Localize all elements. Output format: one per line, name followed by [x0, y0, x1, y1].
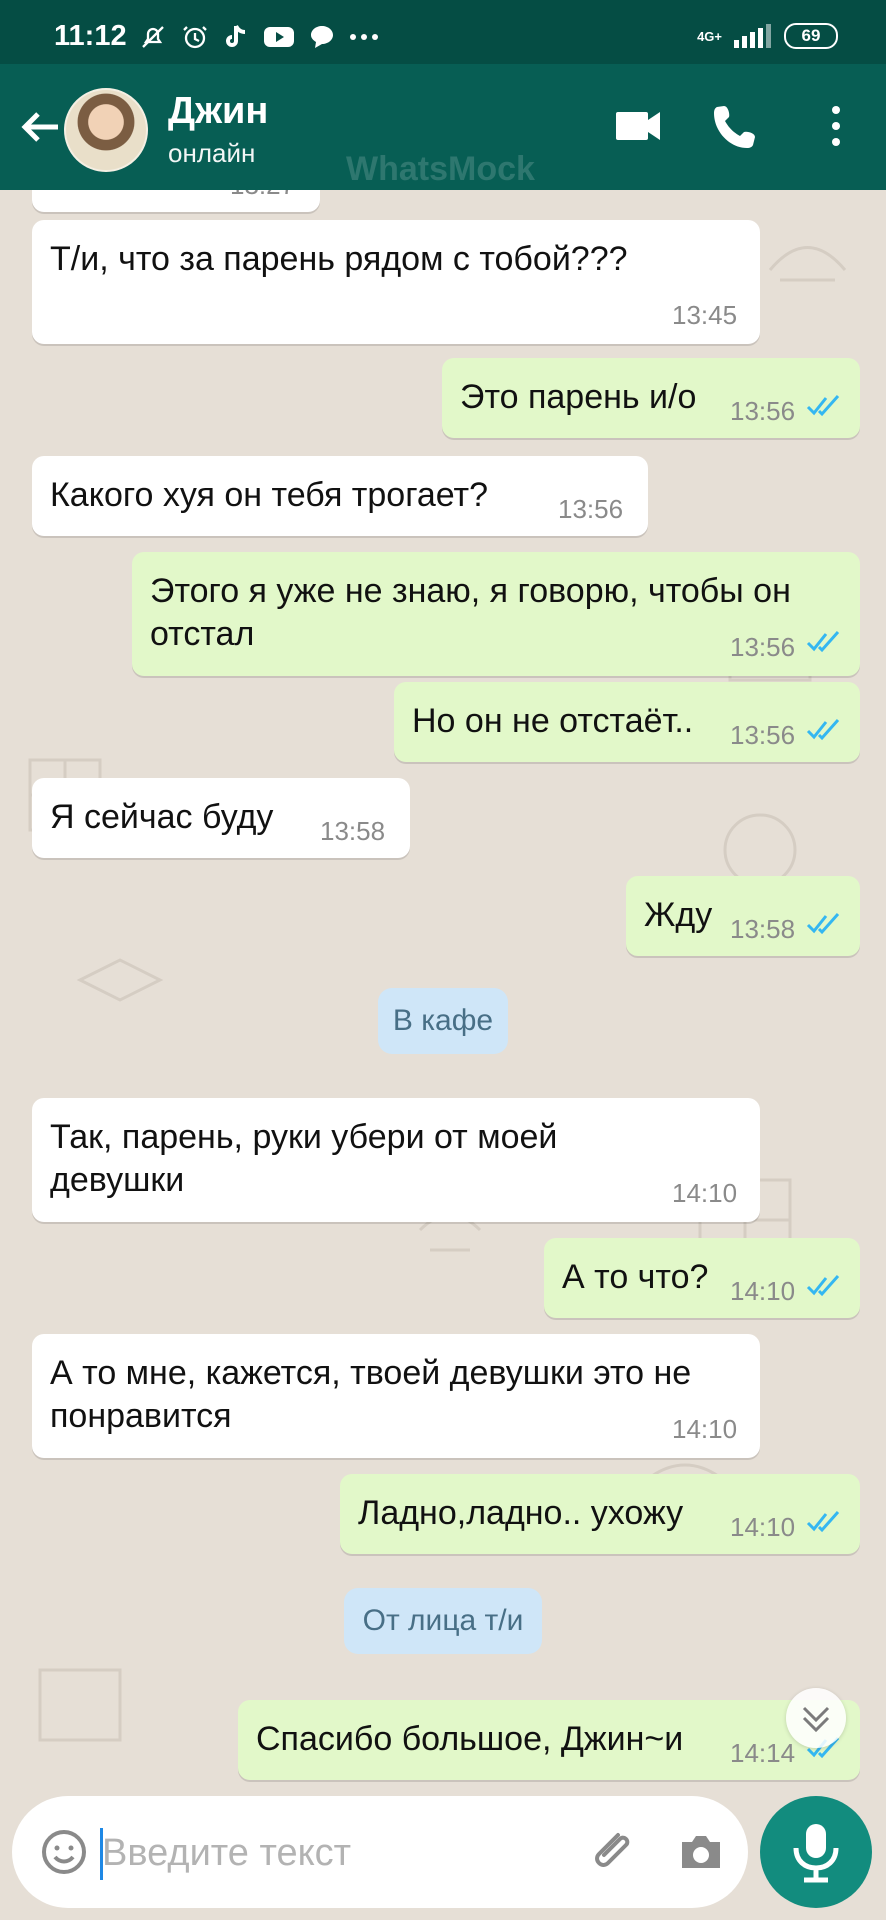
message-line: девушки	[50, 1161, 185, 1199]
contact-name[interactable]: Джин	[168, 90, 268, 133]
message-line: А то мне, кажется, твоей девушки это не	[50, 1354, 692, 1392]
read-receipt-icon	[806, 719, 840, 741]
status-time: 11:12	[54, 20, 127, 52]
message-line: отстал	[150, 615, 255, 653]
message-line: Какого хуя он тебя трогает?	[50, 476, 489, 514]
alarm-icon	[183, 26, 207, 49]
incoming-message[interactable]: Т/и, что за парень рядом с тобой??? 13:4…	[32, 220, 760, 344]
incoming-message[interactable]: Так, парень, руки убери от моей девушки …	[32, 1098, 760, 1222]
double-chevron-down-icon	[802, 1706, 830, 1733]
outgoing-message[interactable]: А то что? 14:10	[544, 1238, 860, 1318]
read-receipt-icon	[806, 1511, 840, 1533]
message-text: Так, парень, руки убери от моей девушки	[50, 1116, 557, 1202]
outgoing-message[interactable]: Это парень и/о 13:56	[442, 358, 860, 438]
message-time: 14:10	[730, 1512, 796, 1542]
message-time: 13:56	[730, 720, 796, 750]
message-input[interactable]	[100, 1816, 564, 1890]
message-text: Т/и, что за парень рядом с тобой???	[50, 238, 628, 281]
message-line: Спасибо большое, Джин~и	[256, 1720, 684, 1758]
paperclip-icon[interactable]	[586, 1824, 644, 1882]
outgoing-message[interactable]: Ладно,ладно.. ухожу 14:10	[340, 1474, 860, 1554]
voice-message-button[interactable]	[760, 1796, 872, 1908]
phone-icon[interactable]	[710, 100, 762, 152]
message-time: 14:10	[672, 1178, 738, 1208]
message-text: Я сейчас буду	[50, 796, 273, 839]
message-line: Так, парень, руки убери от моей	[50, 1118, 558, 1156]
message-time: 13:27	[230, 190, 295, 201]
message-line: Ладно,ладно.. ухожу	[358, 1494, 684, 1532]
message-text: Этого я уже не знаю, я говорю, чтобы он …	[150, 570, 791, 656]
message-time: 13:58	[320, 816, 386, 846]
mute-bell-icon	[142, 26, 164, 48]
network-label: 4G+	[697, 28, 722, 44]
message-text: А то мне, кажется, твоей девушки это не …	[50, 1352, 691, 1438]
message-time: 13:56	[730, 396, 796, 426]
emoji-icon[interactable]	[38, 1826, 90, 1878]
system-label: В кафе	[378, 988, 508, 1054]
message-line: Это парень и/о	[460, 378, 697, 416]
system-label: От лица т/и	[344, 1588, 542, 1654]
message-time: 13:56	[558, 494, 624, 524]
read-receipt-icon	[806, 1275, 840, 1297]
contact-avatar[interactable]	[64, 88, 148, 172]
message-line: А то что?	[562, 1258, 709, 1296]
message-line: Т/и, что за парень рядом с тобой???	[50, 240, 628, 278]
status-bar: 11:12 4G+ 69	[0, 0, 886, 64]
message-time: 13:56	[730, 632, 796, 662]
message-text: Но он не отстаёт..	[412, 700, 693, 743]
message-time: 14:10	[672, 1414, 738, 1444]
read-receipt-icon	[806, 913, 840, 935]
message-text: Жду	[644, 894, 712, 937]
message-text: Какого хуя он тебя трогает?	[50, 474, 488, 517]
more-notifications-icon	[350, 34, 378, 40]
message-time: 13:45	[672, 300, 738, 330]
partial-message: 13:27	[32, 190, 320, 212]
mic-icon	[793, 1824, 839, 1883]
chat-area[interactable]: 13:27 Т/и, что за парень рядом с тобой??…	[0, 190, 886, 1790]
message-text: Ладно,ладно.. ухожу	[358, 1492, 683, 1535]
chat-header: Джин онлайн WhatsMock	[0, 64, 886, 190]
app-watermark: WhatsMock	[346, 150, 535, 188]
message-text: А то что?	[562, 1256, 708, 1299]
scroll-to-bottom-button[interactable]	[786, 1688, 846, 1748]
incoming-message[interactable]: А то мне, кажется, твоей девушки это не …	[32, 1334, 760, 1458]
read-receipt-icon	[806, 395, 840, 417]
outgoing-message[interactable]: Жду 13:58	[626, 876, 860, 956]
battery-indicator: 69	[784, 23, 838, 49]
message-composer[interactable]	[12, 1796, 748, 1908]
tiktok-icon	[226, 25, 246, 47]
message-text: Это парень и/о	[460, 376, 696, 419]
outgoing-message[interactable]: Этого я уже не знаю, я говорю, чтобы он …	[132, 552, 860, 676]
message-time: 14:10	[730, 1276, 796, 1306]
incoming-message[interactable]: Я сейчас буду 13:58	[32, 778, 410, 858]
incoming-message[interactable]: Какого хуя он тебя трогает? 13:56	[32, 456, 648, 536]
outgoing-message[interactable]: Но он не отстаёт.. 13:56	[394, 682, 860, 762]
message-text: Спасибо большое, Джин~и	[256, 1718, 683, 1761]
more-vertical-icon[interactable]	[810, 100, 862, 152]
outgoing-message[interactable]: Спасибо большое, Джин~и 14:14	[238, 1700, 860, 1780]
status-icons	[138, 22, 380, 52]
youtube-icon	[264, 27, 294, 47]
arrow-left-icon[interactable]	[18, 104, 64, 150]
chat-notification-icon	[311, 26, 333, 48]
signal-icon	[734, 24, 771, 48]
message-time: 13:58	[730, 914, 796, 944]
message-line: Жду	[644, 896, 713, 934]
status-right-icons: 4G+ 69	[697, 22, 838, 50]
camera-icon[interactable]	[672, 1824, 730, 1882]
read-receipt-icon	[806, 631, 840, 653]
video-call-icon[interactable]	[612, 100, 664, 152]
message-line: Я сейчас буду	[50, 798, 274, 836]
contact-status: онлайн	[168, 138, 256, 168]
message-line: Этого я уже не знаю, я говорю, чтобы он	[150, 572, 791, 610]
message-line: Но он не отстаёт..	[412, 702, 694, 740]
message-line: понравится	[50, 1397, 232, 1435]
